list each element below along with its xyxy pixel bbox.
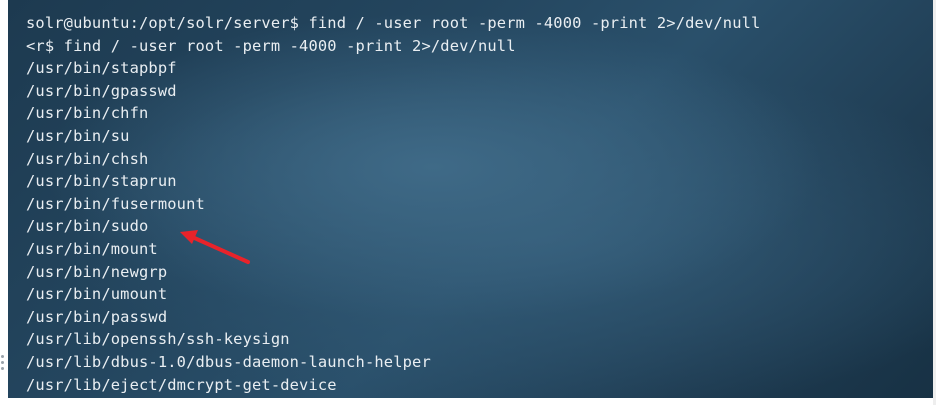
terminal-line: /usr/bin/newgrp (26, 262, 168, 281)
terminal-line: /usr/lib/dbus-1.0/dbus-daemon-launch-hel… (26, 352, 431, 371)
terminal-line-highlighted: /usr/bin/sudo (26, 217, 149, 236)
terminal-line: /usr/bin/umount (26, 285, 168, 304)
terminal-line: /usr/bin/fusermount (26, 194, 205, 213)
terminal-line: /usr/bin/chsh (26, 149, 149, 168)
terminal-window[interactable]: solr@ubuntu:/opt/solr/server$ find / -us… (8, 0, 933, 398)
screenshot-frame: solr@ubuntu:/opt/solr/server$ find / -us… (0, 0, 936, 405)
terminal-line: /usr/bin/chfn (26, 104, 149, 123)
terminal-line: /usr/lib/eject/dmcrypt-get-device (26, 375, 337, 394)
terminal-line-command: solr@ubuntu:/opt/solr/server$ find / -us… (26, 14, 761, 32)
red-arrow-icon (180, 230, 250, 264)
terminal-line: /usr/bin/gpasswd (26, 81, 177, 100)
terminal-line: /usr/bin/staprun (26, 172, 177, 191)
terminal-line: /usr/bin/stapbpf (26, 59, 177, 78)
terminal-line: /usr/bin/su (26, 126, 130, 145)
terminal-line: /usr/lib/openssh/ssh-keysign (26, 330, 290, 349)
terminal-line: /usr/bin/mount (26, 239, 158, 258)
resize-grip-icon[interactable] (1, 355, 5, 375)
terminal-line: /usr/bin/passwd (26, 307, 168, 326)
terminal-line-echo: <r$ find / -user root -perm -4000 -print… (26, 36, 516, 55)
terminal-output: solr@ubuntu:/opt/solr/server$ find / -us… (26, 12, 760, 396)
